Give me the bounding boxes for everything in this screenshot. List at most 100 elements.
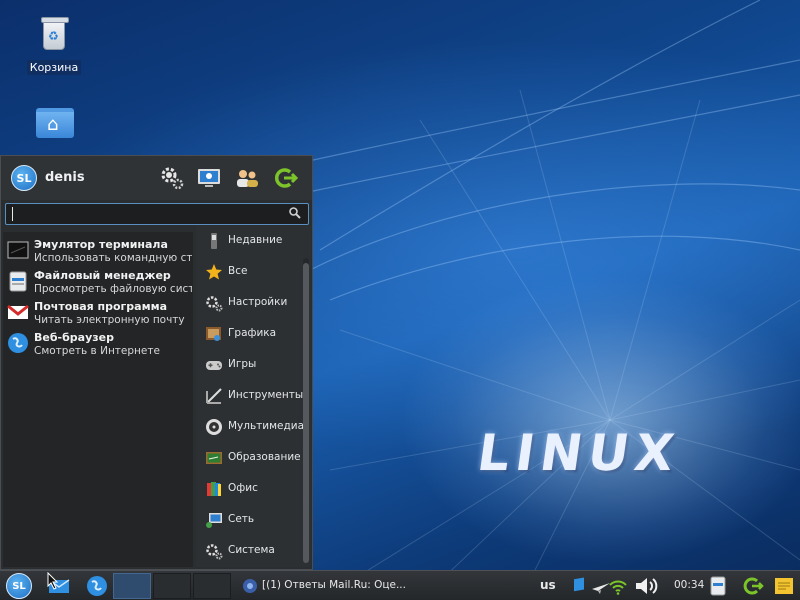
desktop-icon-label: Корзина	[26, 60, 82, 75]
desktop-icon-trash[interactable]: Корзина	[22, 17, 86, 75]
tray-network-manager[interactable]	[570, 575, 592, 597]
terminal-icon	[7, 241, 29, 259]
recent-icon	[211, 233, 217, 249]
web-browser-icon	[8, 333, 28, 353]
network-tray-icon	[574, 577, 584, 592]
logout-icon	[274, 168, 299, 188]
keyboard-layout-indicator[interactable]: us	[540, 578, 556, 592]
category-tools[interactable]: Инструменты	[196, 381, 304, 412]
category-network[interactable]: Сеть	[196, 505, 301, 536]
category-label: Недавние	[228, 234, 283, 246]
logout-tray-icon	[743, 577, 764, 595]
logout-button[interactable]	[272, 165, 299, 191]
tray-files[interactable]	[707, 575, 729, 597]
category-label: Образование	[228, 451, 301, 463]
display-icon	[198, 169, 220, 187]
text-caret	[12, 207, 13, 221]
categories-scrollbar[interactable]	[303, 258, 309, 563]
favorite-title: Файловый менеджер	[34, 269, 171, 282]
search-input[interactable]	[6, 205, 286, 225]
category-label: Инструменты	[228, 389, 304, 401]
taskbar-window-item[interactable]: [(1) Ответы Mail.Ru: Оце...	[236, 574, 406, 598]
start-menu: SL denis Эмулятор терминала Использовать…	[0, 155, 313, 570]
trash-icon	[36, 17, 72, 56]
category-education[interactable]: Образование	[196, 443, 301, 474]
category-recent[interactable]: Недавние	[196, 226, 301, 257]
users-button[interactable]	[234, 165, 260, 191]
system-icon	[206, 544, 223, 560]
gamepad-icon	[206, 361, 222, 370]
favorite-title: Эмулятор терминала	[34, 238, 168, 251]
display-settings-button[interactable]	[196, 165, 222, 191]
browser-window-icon	[243, 579, 257, 593]
settings-button[interactable]	[159, 165, 185, 191]
users-icon	[237, 170, 258, 187]
category-label: Графика	[228, 327, 277, 339]
file-manager-tray-icon	[710, 576, 726, 596]
favorite-web-browser[interactable]: Веб-браузер Смотреть в Интернете	[3, 328, 193, 359]
favorites-panel: Эмулятор терминала Использовать командну…	[3, 232, 193, 567]
sticky-note-icon	[775, 578, 793, 594]
settings-icon	[161, 167, 184, 190]
category-label: Все	[228, 265, 248, 277]
start-button[interactable]: SL	[4, 573, 34, 599]
category-graphics[interactable]: Графика	[196, 319, 301, 350]
category-multimedia[interactable]: Мультимедиа	[196, 412, 305, 443]
category-system[interactable]: Система	[196, 536, 301, 567]
browser-launcher-icon	[87, 576, 107, 596]
tray-volume[interactable]	[633, 575, 661, 597]
category-settings[interactable]: Настройки	[196, 288, 301, 319]
favorite-mail[interactable]: Почтовая программа Читать электронную по…	[3, 297, 193, 328]
favorite-file-manager[interactable]: Файловый менеджер Просмотреть файловую с…	[3, 266, 193, 297]
office-icon	[207, 482, 221, 496]
category-label: Настройки	[228, 296, 288, 308]
volume-icon	[636, 578, 658, 594]
multimedia-icon	[206, 419, 222, 435]
clock[interactable]: 00:34	[674, 579, 704, 591]
workspace-1[interactable]	[113, 573, 151, 599]
category-label: Офис	[228, 482, 258, 494]
categories-panel: Недавние Все Настройки Графика Игры Инст…	[196, 226, 311, 567]
tray-logout[interactable]	[742, 575, 764, 597]
category-label: Игры	[228, 358, 257, 370]
favorite-description: Использовать командную ст...	[34, 252, 192, 264]
category-label: Сеть	[228, 513, 255, 525]
category-label: Система	[228, 544, 275, 556]
favorite-description: Читать электронную почту	[34, 314, 185, 326]
tools-icon	[206, 388, 222, 404]
search-field[interactable]	[5, 203, 309, 225]
taskbar: SL [(1) Ответы Mail.Ru: Оце... us 00:34	[0, 570, 800, 600]
network-icon	[206, 513, 222, 528]
search-icon	[289, 207, 301, 219]
avatar[interactable]: SL	[11, 165, 37, 191]
scrollbar-thumb[interactable]	[303, 263, 309, 563]
file-manager-icon	[9, 271, 27, 292]
favorite-description: Просмотреть файловую систе...	[34, 283, 192, 295]
graphics-icon	[206, 327, 221, 341]
category-office[interactable]: Офис	[196, 474, 301, 505]
category-label: Мультимедиа	[228, 420, 305, 432]
wallpaper-linux-logo: LINUX	[473, 424, 684, 482]
settings-gears-icon	[206, 296, 223, 312]
tray-wifi[interactable]	[607, 575, 629, 597]
home-folder-icon	[36, 108, 74, 144]
favorite-title: Веб-браузер	[34, 331, 114, 344]
category-all[interactable]: Все	[196, 257, 301, 288]
taskbar-window-title: [(1) Ответы Mail.Ru: Оце...	[262, 579, 406, 591]
star-icon	[206, 264, 222, 280]
mail-icon	[7, 304, 29, 319]
tray-notes[interactable]	[773, 575, 795, 597]
menu-header: SL denis	[1, 156, 312, 200]
mouse-cursor-icon	[47, 572, 59, 590]
category-games[interactable]: Игры	[196, 350, 301, 381]
desktop-icon-home[interactable]	[22, 104, 86, 144]
username: denis	[45, 170, 85, 185]
workspace-2[interactable]	[153, 573, 191, 599]
browser-launcher[interactable]	[84, 573, 110, 599]
start-logo-icon: SL	[6, 573, 32, 599]
favorite-title: Почтовая программа	[34, 300, 168, 313]
workspace-3[interactable]	[193, 573, 231, 599]
wifi-icon	[609, 580, 627, 595]
favorite-terminal[interactable]: Эмулятор терминала Использовать командну…	[3, 235, 193, 266]
education-icon	[206, 452, 222, 464]
